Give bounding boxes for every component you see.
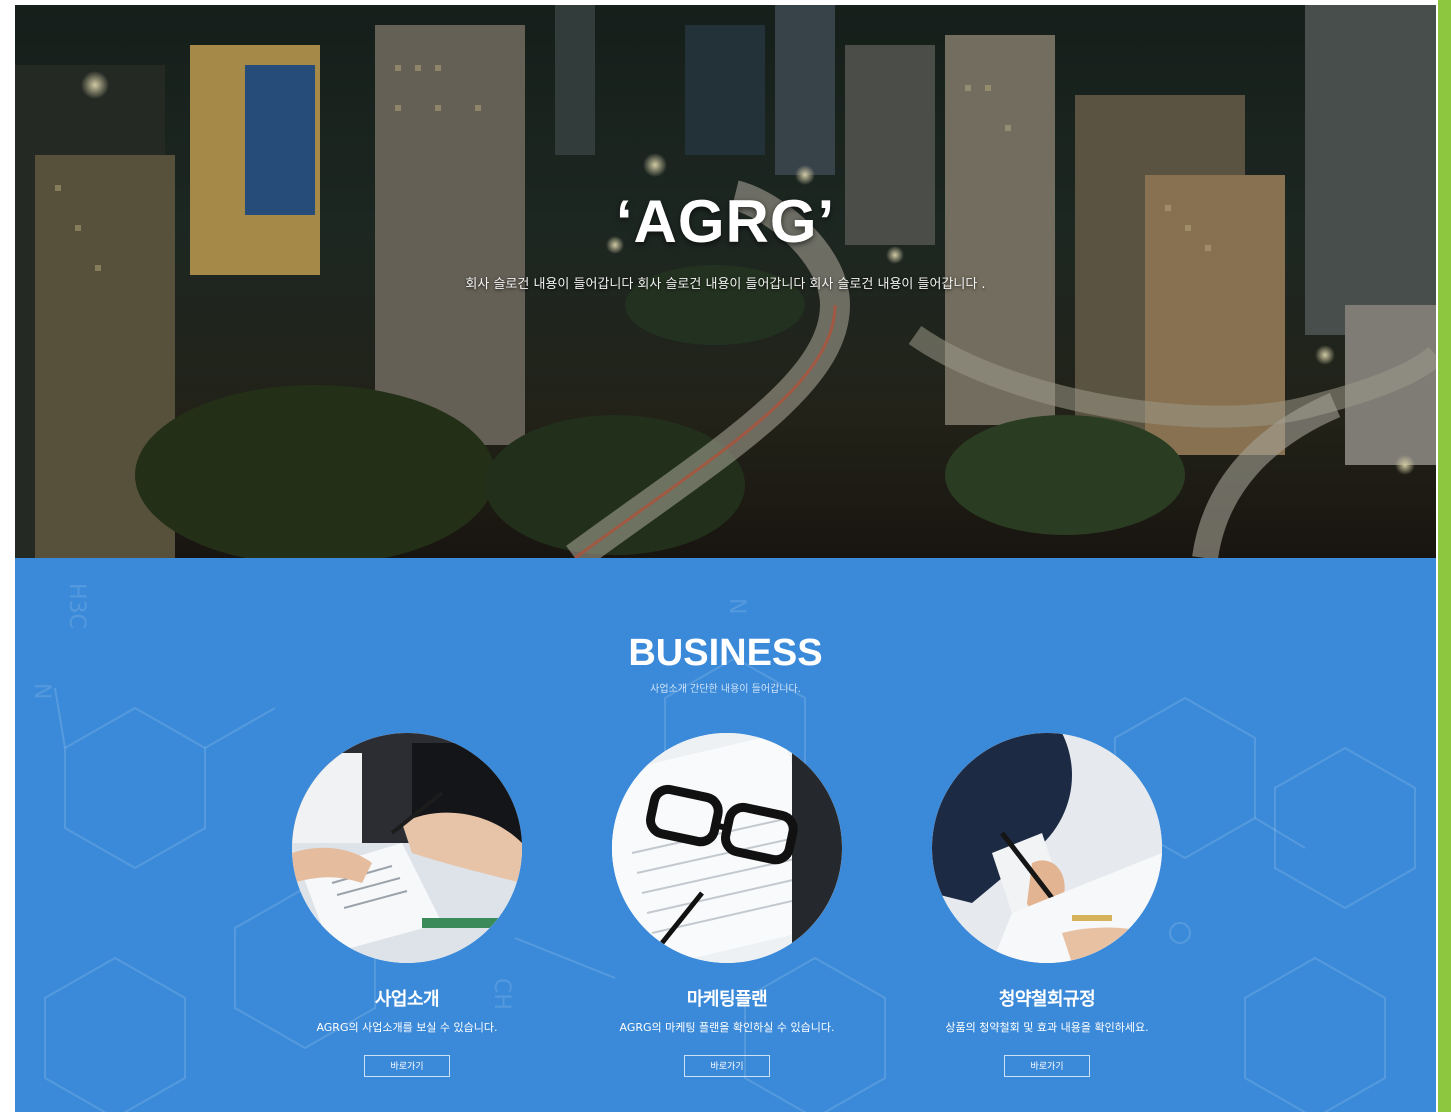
- glasses-document-photo-icon: [612, 733, 842, 963]
- card-title: 청약철회규정: [998, 989, 1096, 1010]
- business-title: BUSINESS: [628, 632, 823, 674]
- card-business-intro: 사업소개 AGRG의 사업소개를 보실 수 있습니다. 바로가기: [247, 733, 567, 1077]
- svg-text:N: N: [724, 598, 749, 614]
- card-marketing-plan: 마케팅플랜 AGRG의 마케팅 플랜을 확인하실 수 있습니다. 바로가기: [567, 733, 887, 1077]
- svg-text:H3C: H3C: [64, 583, 89, 629]
- hero-banner: ‘AGRG’ 회사 슬로건 내용이 들어갑니다 회사 슬로건 내용이 들어갑니다…: [15, 5, 1436, 558]
- go-business-intro-button[interactable]: 바로가기: [364, 1055, 450, 1077]
- card-title: 마케팅플랜: [686, 989, 768, 1010]
- side-accent-bar: [1438, 0, 1451, 1112]
- card-description: AGRG의 사업소개를 보실 수 있습니다.: [316, 1021, 498, 1034]
- card-withdrawal-policy: 청약철회규정 상품의 청약철회 및 효과 내용을 확인하세요. 바로가기: [887, 733, 1207, 1077]
- signing-photo-icon: [932, 733, 1162, 963]
- hero-title: ‘AGRG’: [615, 188, 836, 255]
- go-marketing-plan-button[interactable]: 바로가기: [684, 1055, 770, 1077]
- hero-slogan: 회사 슬로건 내용이 들어갑니다 회사 슬로건 내용이 들어갑니다 회사 슬로건…: [465, 277, 986, 292]
- page: ‘AGRG’ 회사 슬로건 내용이 들어갑니다 회사 슬로건 내용이 들어갑니다…: [15, 5, 1436, 1112]
- card-title: 사업소개: [374, 989, 440, 1010]
- business-section: H3C N N CH BUSINESS 사업소개 간단한 내용이 들어갑니다.: [15, 558, 1436, 1112]
- go-withdrawal-policy-button[interactable]: 바로가기: [1004, 1055, 1090, 1077]
- card-description: AGRG의 마케팅 플랜을 확인하실 수 있습니다.: [619, 1021, 835, 1034]
- business-subtitle: 사업소개 간단한 내용이 들어갑니다.: [650, 684, 801, 695]
- card-description: 상품의 청약철회 및 효과 내용을 확인하세요.: [945, 1021, 1149, 1034]
- meeting-photo-icon: [292, 733, 522, 963]
